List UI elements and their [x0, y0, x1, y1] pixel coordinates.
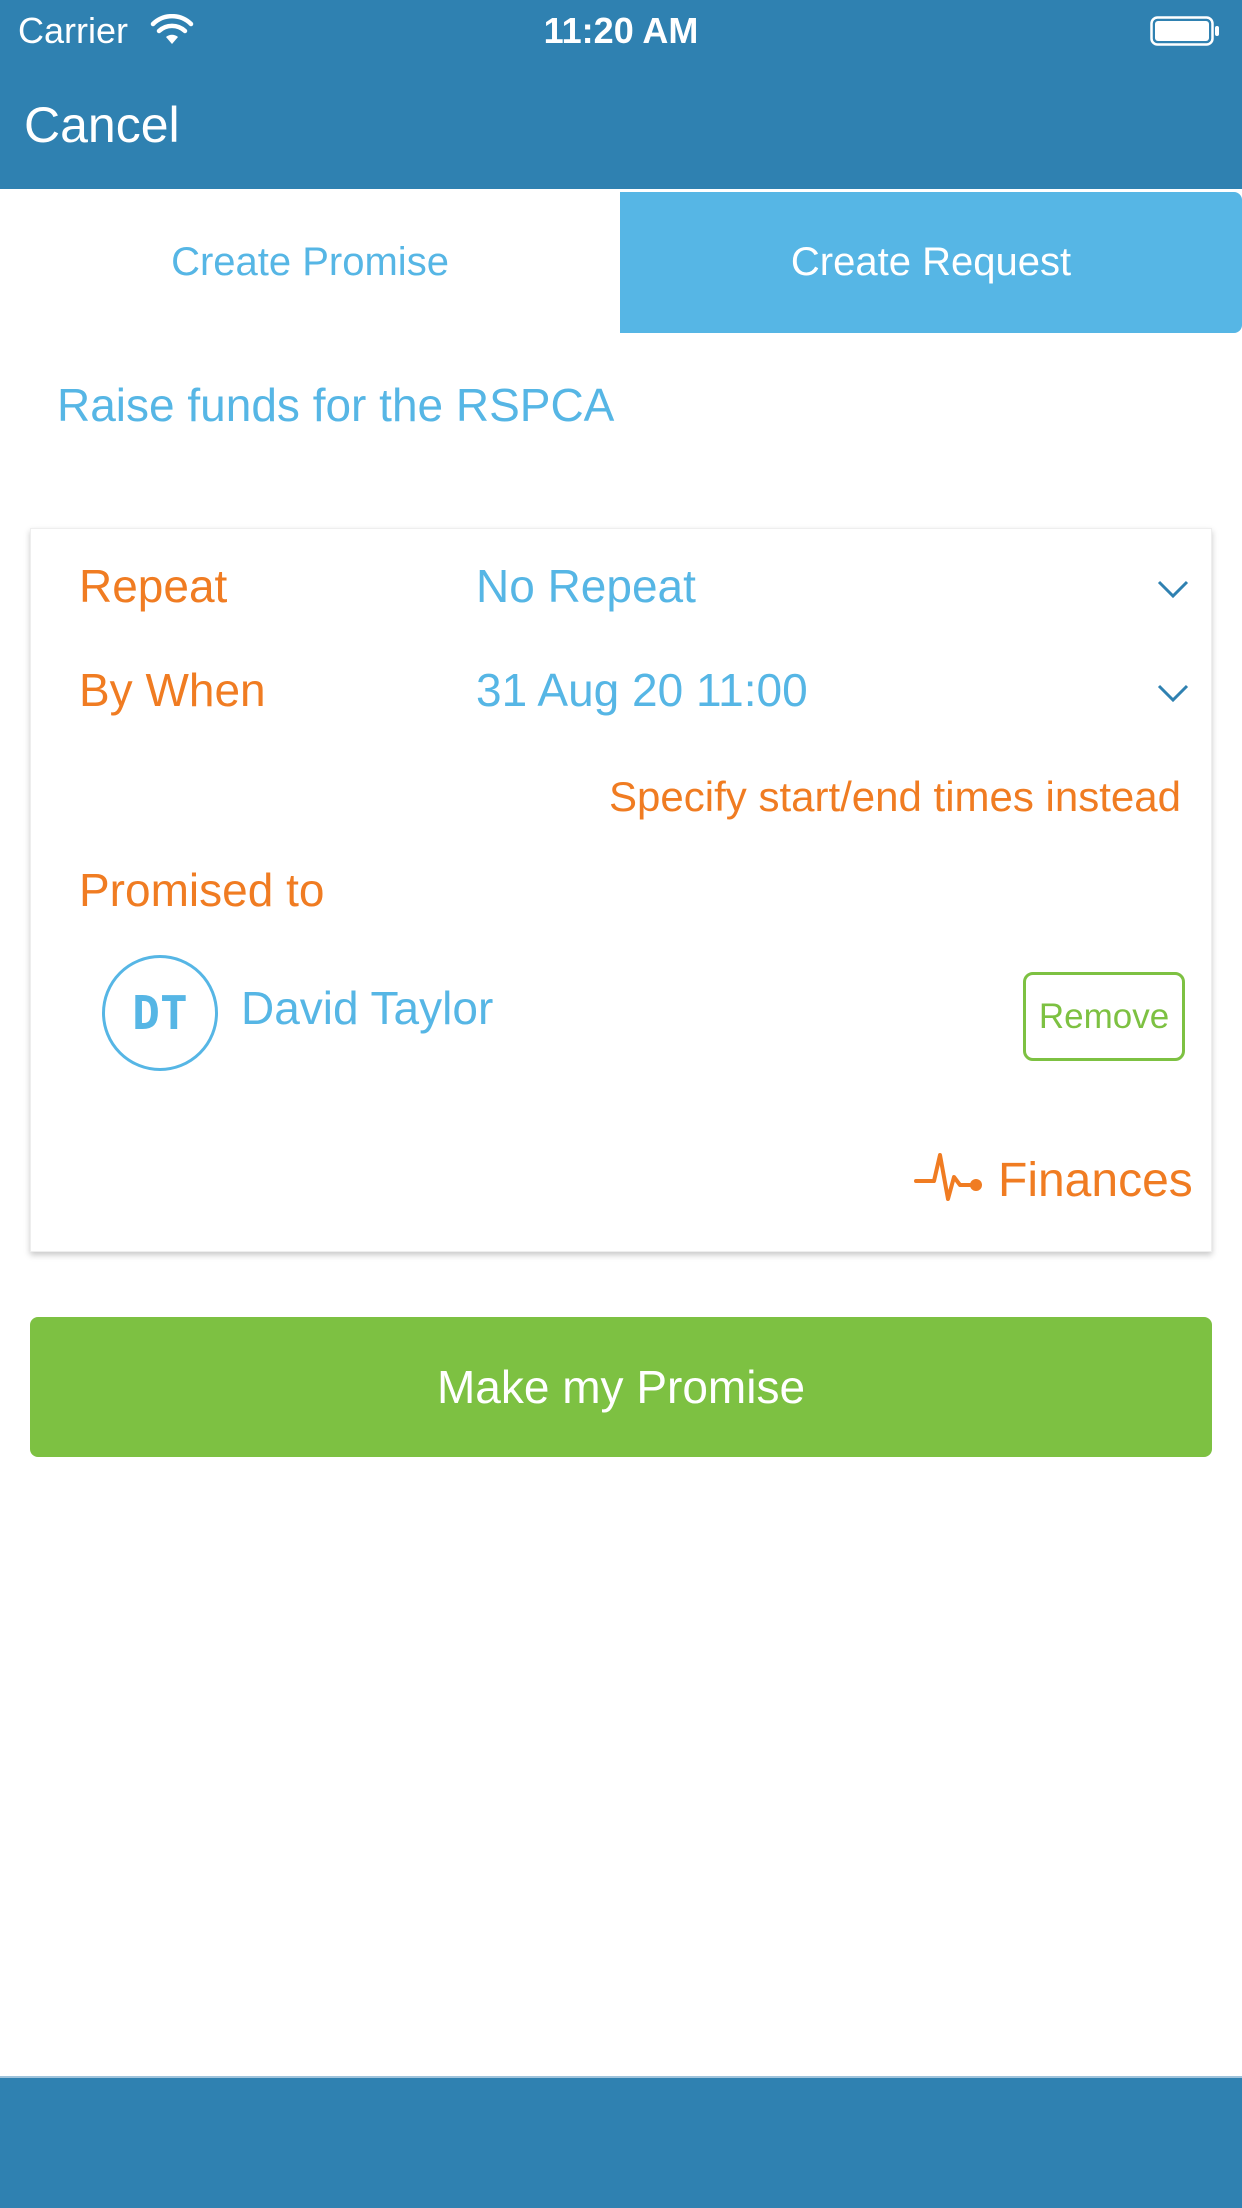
make-promise-button[interactable]: Make my Promise: [30, 1317, 1212, 1457]
chevron-down-icon[interactable]: [1156, 683, 1190, 703]
by-when-dropdown[interactable]: 31 Aug 20 11:00: [476, 663, 808, 717]
recipient-name: David Taylor: [241, 982, 494, 1034]
bottom-bar: [0, 2076, 1242, 2208]
category-label[interactable]: Finances: [998, 1153, 1193, 1208]
remove-button[interactable]: Remove: [1023, 972, 1185, 1061]
clock: 11:20 AM: [543, 10, 699, 51]
nav-bar: Carrier 11:20 AM Cancel: [0, 0, 1242, 189]
specify-times-link[interactable]: Specify start/end times instead: [609, 773, 1181, 821]
battery-icon: [1150, 16, 1219, 46]
repeat-label: Repeat: [79, 560, 228, 612]
avatar: DT: [102, 955, 218, 1071]
chevron-down-icon[interactable]: [1156, 579, 1190, 599]
repeat-dropdown[interactable]: No Repeat: [476, 559, 696, 613]
tab-create-request[interactable]: Create Request: [620, 192, 1242, 333]
by-when-label: By When: [79, 664, 266, 716]
status-bar: Carrier 11:20 AM: [0, 0, 1242, 62]
promised-to-label: Promised to: [79, 864, 325, 916]
cancel-button[interactable]: Cancel: [24, 96, 180, 154]
pulse-icon[interactable]: [914, 1147, 984, 1207]
promise-title[interactable]: Raise funds for the RSPCA: [57, 378, 614, 432]
promise-details-card: Repeat No Repeat By When 31 Aug 20 11:00…: [30, 528, 1212, 1252]
tab-create-promise[interactable]: Create Promise: [0, 192, 620, 333]
